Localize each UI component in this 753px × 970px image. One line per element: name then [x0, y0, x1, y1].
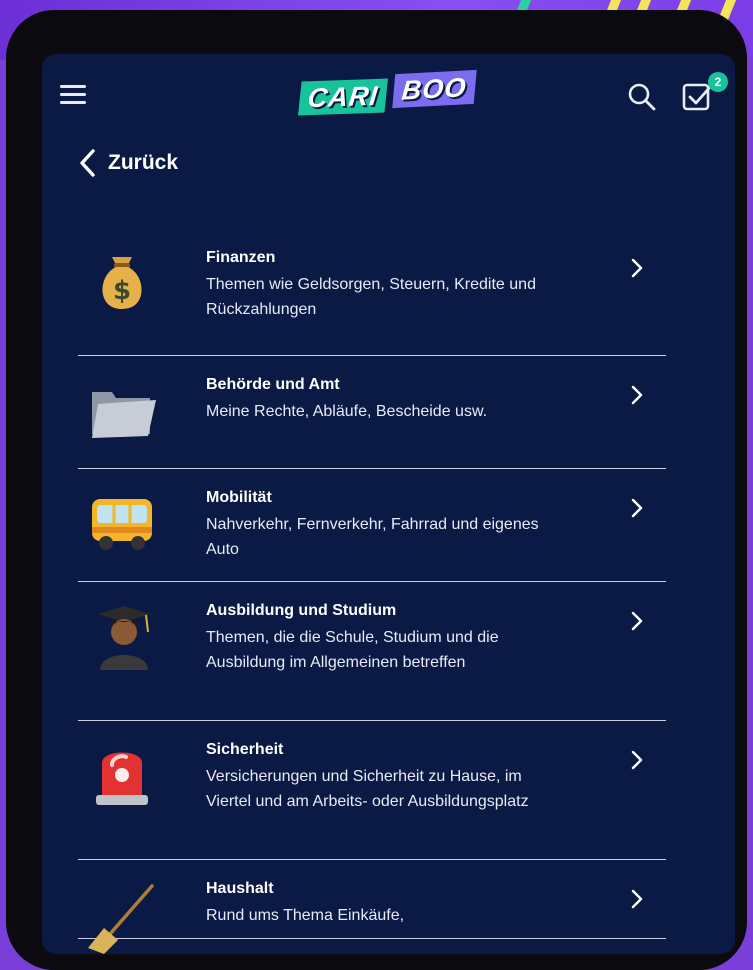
topic-description: Themen wie Geldsorgen, Steuern, Kredite …: [206, 276, 536, 318]
svg-text:$: $: [113, 276, 131, 306]
chevron-right-icon: [631, 611, 643, 631]
topic-title: Sicherheit: [206, 741, 284, 758]
siren-icon: [96, 752, 148, 805]
back-button[interactable]: Zurück: [78, 146, 178, 180]
topic-list: $ Finanzen Themen wie Geldsorgen, Steuer…: [78, 229, 666, 954]
logo-cari: CARI: [298, 78, 388, 116]
topic-text: Finanzen Themen wie Geldsorgen, Steuern,…: [206, 247, 566, 322]
chevron-right-icon: [631, 750, 643, 770]
topic-text: Haushalt Rund ums Thema Einkäufe,: [206, 878, 566, 928]
search-icon[interactable]: [627, 82, 657, 112]
topic-description: Rund ums Thema Einkäufe,: [206, 907, 405, 924]
graduate-icon: [98, 606, 150, 670]
topic-description: Versicherungen und Sicherheit zu Hause, …: [206, 768, 529, 810]
topic-title: Ausbildung und Studium: [206, 602, 397, 619]
chevron-right-icon: [631, 385, 643, 405]
topic-description: Themen, die die Schule, Studium und die …: [206, 629, 499, 671]
topic-item-ausbildung[interactable]: Ausbildung und Studium Themen, die die S…: [78, 582, 666, 721]
bus-icon: [92, 499, 152, 550]
chevron-left-icon: [80, 149, 95, 177]
tasks-badge: 2: [708, 72, 728, 92]
chevron-right-icon: [631, 258, 643, 278]
topic-item-finanzen[interactable]: $ Finanzen Themen wie Geldsorgen, Steuer…: [78, 229, 666, 356]
logo-boo: BOO: [392, 69, 477, 109]
money-bag-icon: $: [102, 257, 142, 309]
topic-title: Finanzen: [206, 249, 276, 266]
topic-title: Haushalt: [206, 880, 274, 897]
topic-item-sicherheit[interactable]: Sicherheit Versicherungen und Sicherheit…: [78, 721, 666, 860]
menu-icon[interactable]: [60, 85, 88, 105]
broom-icon: [88, 884, 154, 954]
chevron-right-icon: [631, 889, 643, 909]
topic-text: Ausbildung und Studium Themen, die die S…: [206, 600, 566, 675]
app-logo[interactable]: CARI BOO: [298, 69, 477, 120]
topic-title: Behörde und Amt: [206, 376, 340, 393]
topic-text: Sicherheit Versicherungen und Sicherheit…: [206, 739, 566, 814]
app-screen: CARI BOO 2 Zurück $ Finanzen Themen wie …: [42, 54, 735, 954]
topic-text: Mobilität Nahverkehr, Fernverkehr, Fahrr…: [206, 487, 566, 562]
topic-item-behoerde[interactable]: Behörde und Amt Meine Rechte, Abläufe, B…: [78, 356, 666, 469]
tablet-frame: CARI BOO 2 Zurück $ Finanzen Themen wie …: [6, 10, 747, 970]
topic-description: Meine Rechte, Abläufe, Bescheide usw.: [206, 403, 488, 420]
chevron-right-icon: [631, 498, 643, 518]
topic-item-haushalt[interactable]: Haushalt Rund ums Thema Einkäufe,: [78, 860, 666, 954]
top-bar: CARI BOO 2: [42, 54, 735, 144]
back-label: Zurück: [108, 151, 179, 174]
topic-title: Mobilität: [206, 489, 272, 506]
folder-icon: [92, 392, 156, 438]
topic-item-mobilitaet[interactable]: Mobilität Nahverkehr, Fernverkehr, Fahrr…: [78, 469, 666, 582]
topic-text: Behörde und Amt Meine Rechte, Abläufe, B…: [206, 374, 566, 424]
topic-description: Nahverkehr, Fernverkehr, Fahrrad und eig…: [206, 516, 539, 558]
